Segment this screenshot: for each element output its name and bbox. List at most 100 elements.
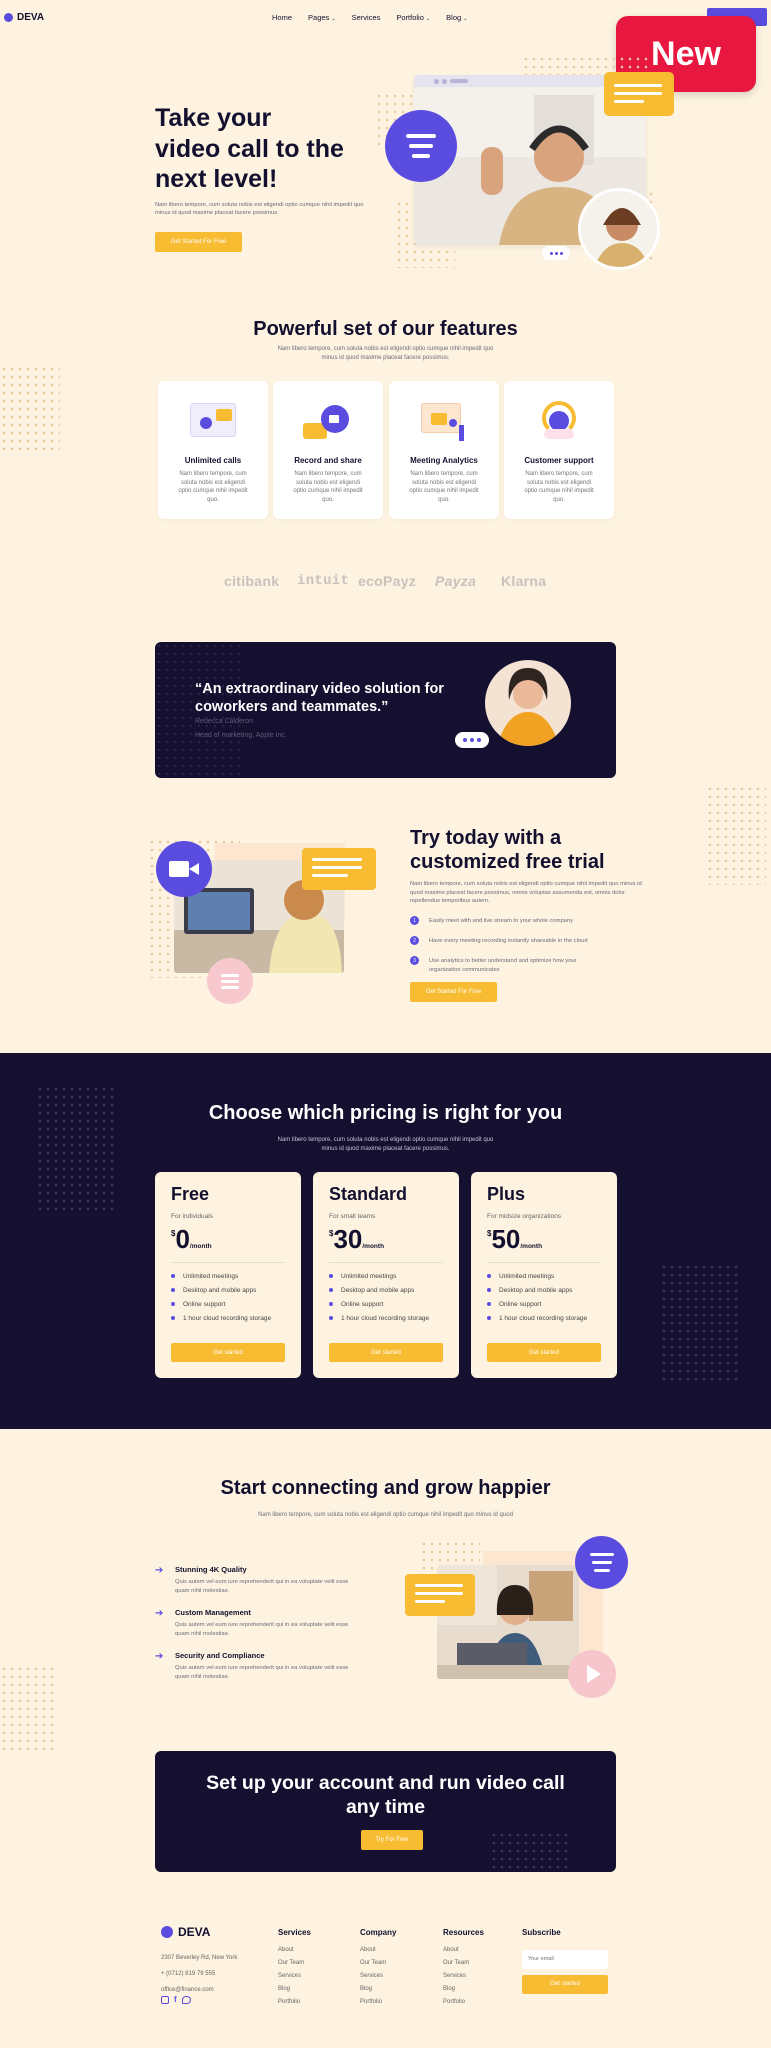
hero-description: Nam libero tempore, cum soluta nobis est… (155, 201, 364, 217)
dots-decoration (0, 1665, 58, 1755)
hero-title-line: video call to the (155, 134, 344, 163)
footer-link[interactable]: Blog (360, 1986, 396, 1992)
plan-feature: 1 hour cloud recording storage (171, 1311, 301, 1325)
plan-audience: For small teams (329, 1213, 376, 1220)
footer-link[interactable]: Services (443, 1973, 484, 1979)
footer-link[interactable]: Our Team (360, 1960, 396, 1966)
typing-indicator-icon (542, 246, 570, 260)
connect-list: ➔ Stunning 4K Quality Quis autem vel eum… (155, 1565, 395, 1694)
footer-address: 2307 Beverley Rd, New York (161, 1955, 238, 1961)
logo-icon (4, 13, 13, 22)
price-amount: 0 (175, 1224, 190, 1254)
footer-column: Resources About Our Team Services Blog P… (443, 1928, 484, 2012)
plan-cta-button[interactable]: Get started (171, 1343, 285, 1362)
cta-title-line: any time (345, 1796, 426, 1819)
footer-link[interactable]: Portfolio (443, 1999, 484, 2005)
pricing-subtitle-line: Nam libero tempore, cum soluta nobis est… (277, 1137, 494, 1143)
pricing-card-plus: Plus For midsize organizations $50/month… (471, 1172, 617, 1378)
connect-item-desc-line: quam nihil molestiae. (175, 1673, 230, 1680)
footer-link[interactable]: About (278, 1947, 311, 1953)
cta-button[interactable]: Try For Free (361, 1830, 423, 1850)
logo[interactable]: DEVA (4, 12, 44, 23)
testimonial-name: Rebecca Calderon (195, 718, 253, 725)
footer-link[interactable]: Portfolio (360, 1999, 396, 2005)
plan-feature: Unlimited meetings (171, 1269, 301, 1283)
plan-feature: Online support (487, 1297, 617, 1311)
features-subtitle-line: minus id quod maxime placeat facere poss… (321, 355, 450, 361)
footer-link[interactable]: Services (360, 1973, 396, 1979)
divider (487, 1262, 601, 1263)
brand-logo-citibank: citibank (224, 573, 280, 589)
logo-text: DEVA (17, 12, 45, 23)
trial-cta-button[interactable]: Get Started For Free (410, 982, 497, 1003)
brand-logo-klarna: Klarna (501, 573, 547, 589)
testimonial-quote-line: “An extraordinary video solution for (195, 681, 444, 697)
play-icon[interactable] (568, 1650, 616, 1698)
testimonial-role: Head of marketing, Apple Inc. (195, 732, 287, 739)
connect-item-desc-line: Quis autem vel eum iure reprehenderit qu… (175, 1579, 349, 1585)
menu-pages[interactable]: Pages ⌄ (308, 13, 336, 22)
pricing-card-free: Free For individuals $0/month Unlimited … (155, 1172, 301, 1378)
facebook-icon[interactable]: f (174, 1996, 177, 2004)
features-title: Powerful set of our features (253, 318, 518, 340)
footer-link[interactable]: Blog (278, 1986, 311, 1992)
video-conference-icon (188, 399, 238, 443)
menu-services[interactable]: Services (352, 13, 381, 22)
menu-pages-label: Pages (308, 13, 330, 22)
plan-cta-button[interactable]: Get started (487, 1343, 601, 1362)
social-links: f (161, 1996, 191, 2004)
instagram-icon[interactable] (161, 1996, 169, 2004)
chevron-down-icon: ⌄ (425, 16, 431, 22)
feature-description: Nam libero tempore, cum soluta nobis est… (178, 471, 248, 504)
plan-features: Unlimited meetings Desktop and mobile ap… (329, 1269, 459, 1325)
footer-subscribe: Subscribe Get started (522, 1928, 608, 1994)
subscribe-email-input[interactable] (522, 1949, 608, 1969)
menu-blog[interactable]: Blog ⌄ (446, 13, 467, 22)
feature-card: Meeting Analytics Nam libero tempore, cu… (389, 381, 499, 519)
connect-title: Start connecting and grow happier (220, 1477, 551, 1499)
brand-logo-payza: Payza (435, 573, 477, 589)
plan-price: $50/month (487, 1226, 617, 1252)
trial-step: 1 Easily meet with and live stream to yo… (410, 916, 645, 936)
footer-contact: 2307 Beverley Rd, New York + (0712) 819 … (161, 1950, 237, 1999)
menu-portfolio[interactable]: Portfolio ⌄ (396, 13, 430, 22)
plan-feature: Desktop and mobile apps (171, 1283, 301, 1297)
feature-description: Nam libero tempore, cum soluta nobis est… (524, 471, 594, 504)
footer-column-title: Resources (443, 1928, 484, 1937)
connect-subtitle: Nam libero tempore, cum soluta nobis est… (258, 1512, 513, 1518)
menu-blog-label: Blog (446, 13, 462, 22)
pricing-card-standard: Standard For small teams $30/month Unlim… (313, 1172, 459, 1378)
connect-item: ➔ Stunning 4K Quality Quis autem vel eum… (155, 1565, 395, 1608)
plan-feature: Desktop and mobile apps (329, 1283, 459, 1297)
plan-features: Unlimited meetings Desktop and mobile ap… (487, 1269, 617, 1325)
footer-link[interactable]: About (360, 1947, 396, 1953)
typing-indicator-icon (455, 732, 489, 748)
footer-logo[interactable]: DEVA (161, 1925, 210, 1939)
feature-description: Nam libero tempore, cum soluta nobis est… (293, 471, 363, 504)
step-number: 2 (410, 936, 419, 946)
connect-item-desc: Quis autem vel eum iure reprehenderit qu… (175, 1664, 348, 1681)
connect-item-desc: Quis autem vel eum iure reprehenderit qu… (175, 1621, 348, 1638)
footer-column-title: Services (278, 1928, 311, 1937)
trial-description: Nam libero tempore, cum soluta nobis est… (410, 881, 642, 905)
menu-home[interactable]: Home (272, 13, 292, 22)
footer-link[interactable]: Our Team (443, 1960, 484, 1966)
footer-link[interactable]: About (443, 1947, 484, 1953)
footer-link[interactable]: Services (278, 1973, 311, 1979)
record-icon (303, 399, 353, 443)
footer-phone[interactable]: + (0712) 819 79 555 (161, 1966, 237, 1982)
twitter-icon[interactable] (181, 1996, 191, 2004)
cta-banner: Set up your account and run video call a… (155, 1751, 616, 1872)
footer-link[interactable]: Our Team (278, 1960, 311, 1966)
trial-steps: 1 Easily meet with and live stream to yo… (410, 916, 645, 978)
feature-card: Unlimited calls Nam libero tempore, cum … (158, 381, 268, 519)
features-subtitle: Nam libero tempore, cum soluta nobis est… (0, 345, 771, 363)
step-text: Use analytics to better understand and o… (429, 958, 577, 973)
plan-cta-button[interactable]: Get started (329, 1343, 443, 1362)
subscribe-button[interactable]: Get started (522, 1974, 608, 1994)
hero-cta-button[interactable]: Get Started For Free (155, 231, 242, 252)
footer-link[interactable]: Portfolio (278, 1999, 311, 2005)
chat-bubble-icon (207, 958, 253, 1004)
footer-link[interactable]: Blog (443, 1986, 484, 1992)
cta-title-line: Set up your account and run video call (206, 1772, 565, 1794)
